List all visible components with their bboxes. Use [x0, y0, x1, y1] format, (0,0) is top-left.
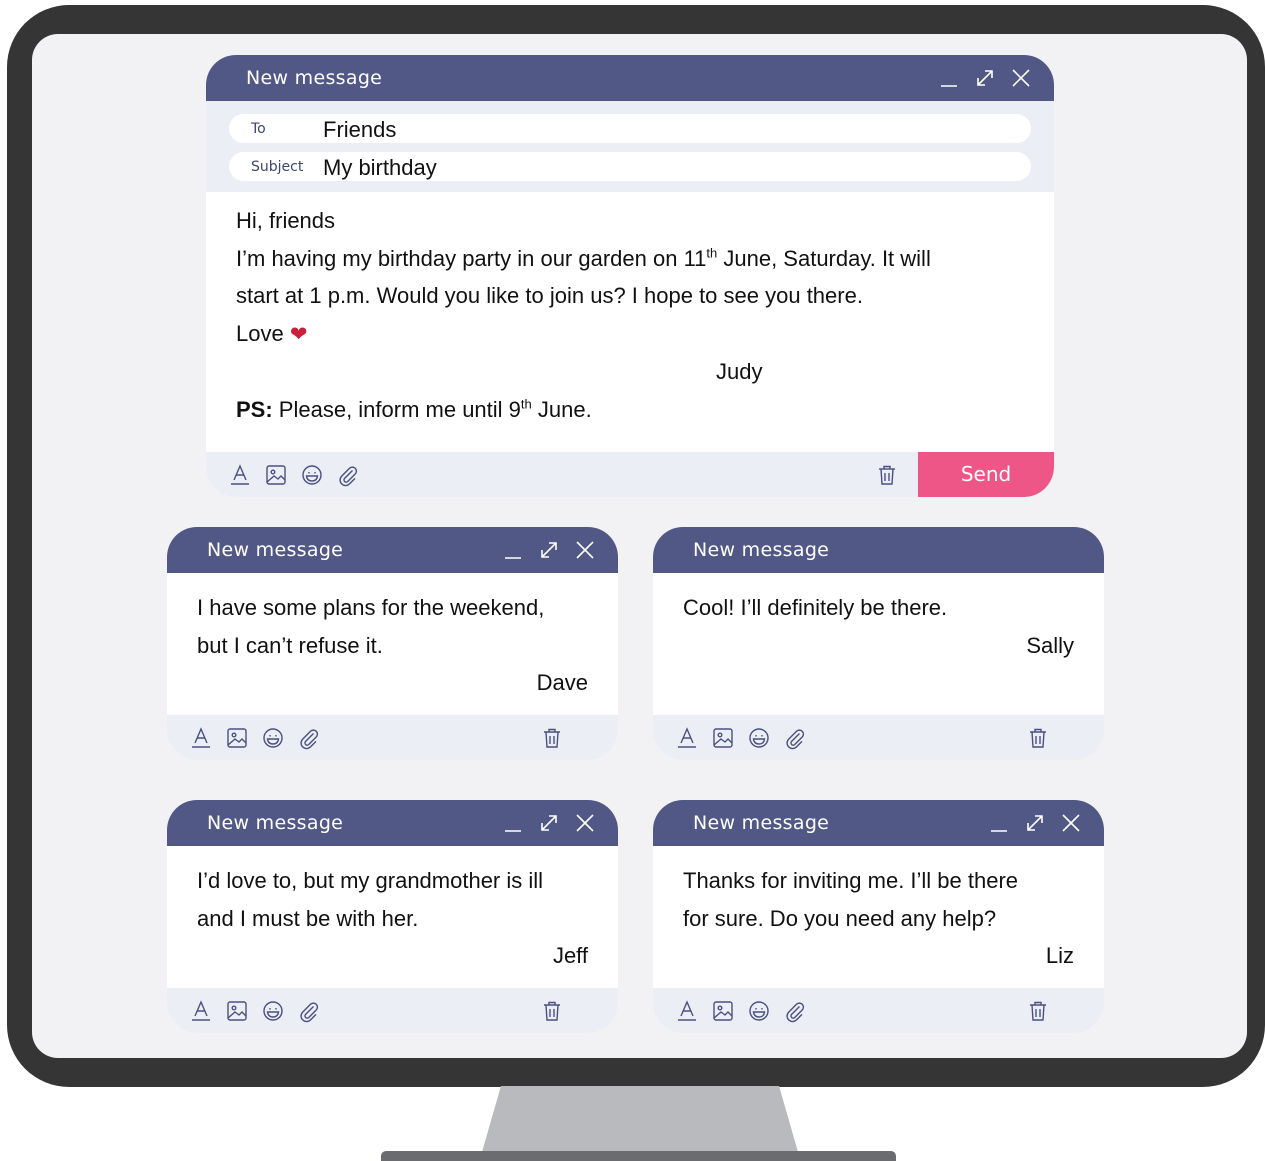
window-toolbar	[653, 988, 1104, 1033]
send-button[interactable]: Send	[918, 452, 1054, 497]
minimize-icon[interactable]	[938, 67, 960, 89]
attachment-icon[interactable]	[297, 999, 321, 1023]
trash-icon[interactable]	[540, 726, 564, 750]
window-header: New message	[206, 55, 1054, 101]
attachment-icon[interactable]	[297, 726, 321, 750]
reply-window-jeff: New message I’d love to, but my grandmot…	[167, 800, 618, 1033]
signature: Jeff	[552, 943, 588, 968]
monitor-stand	[482, 1086, 798, 1152]
window-title: New message	[693, 812, 830, 834]
text-format-icon[interactable]	[675, 999, 699, 1023]
image-icon[interactable]	[711, 726, 735, 750]
body-line: but I can’t refuse it.	[197, 632, 383, 658]
message-body[interactable]: Thanks for inviting me. I’ll be there fo…	[653, 846, 1104, 972]
signature: Judy	[716, 359, 763, 384]
window-header: New message	[167, 800, 618, 846]
body-line: I have some plans for the weekend,	[197, 595, 545, 620]
emoji-icon[interactable]	[261, 726, 285, 750]
signature: Liz	[1045, 943, 1074, 968]
body-line: I’m having my birthday party in our gard…	[236, 245, 931, 271]
window-toolbar	[167, 988, 618, 1033]
window-header: New message	[653, 527, 1104, 573]
close-icon[interactable]	[574, 539, 596, 561]
window-controls	[502, 812, 596, 834]
message-body[interactable]: Hi, friends I’m having my birthday party…	[206, 192, 1054, 428]
emoji-icon[interactable]	[747, 999, 771, 1023]
close-icon[interactable]	[574, 812, 596, 834]
format-tools	[189, 726, 321, 750]
window-toolbar	[167, 715, 618, 760]
message-body[interactable]: I’d love to, but my grandmother is ill a…	[167, 846, 618, 972]
window-controls	[502, 539, 596, 561]
message-body[interactable]: I have some plans for the weekend, but I…	[167, 573, 618, 699]
image-icon[interactable]	[225, 999, 249, 1023]
format-tools	[189, 999, 321, 1023]
ps-line: PS: Please, inform me until 9th June.	[236, 396, 592, 422]
text-format-icon[interactable]	[228, 463, 252, 487]
image-icon[interactable]	[225, 726, 249, 750]
body-line: for sure. Do you need any help?	[683, 905, 997, 931]
address-fields: To Friends Subject My birthday	[206, 101, 1054, 192]
minimize-icon[interactable]	[988, 812, 1010, 834]
monitor-base	[381, 1151, 896, 1161]
body-line: I’d love to, but my grandmother is ill	[197, 868, 544, 893]
trash-icon[interactable]	[875, 463, 899, 487]
body-line: Cool! I’ll definitely be there.	[683, 595, 948, 620]
signature: Sally	[1026, 632, 1074, 658]
compose-window: New message To Friends Subject My birthd…	[206, 55, 1054, 497]
subject-label: Subject	[251, 159, 304, 175]
greeting: Hi, friends	[236, 208, 336, 233]
window-title: New message	[207, 539, 344, 561]
reply-window-sally: New message Cool! I’ll definitely be the…	[653, 527, 1104, 760]
signature: Dave	[536, 670, 588, 695]
text-format-icon[interactable]	[189, 999, 213, 1023]
window-header: New message	[167, 527, 618, 573]
format-tools	[228, 463, 360, 487]
expand-icon[interactable]	[538, 812, 560, 834]
emoji-icon[interactable]	[261, 999, 285, 1023]
closing-line: Love ❤	[236, 320, 308, 346]
image-icon[interactable]	[264, 463, 288, 487]
window-controls	[988, 812, 1082, 834]
subject-value[interactable]: My birthday	[323, 155, 437, 181]
window-controls	[938, 67, 1032, 89]
minimize-icon[interactable]	[502, 539, 524, 561]
window-toolbar	[653, 715, 1104, 760]
window-title: New message	[693, 539, 830, 561]
text-format-icon[interactable]	[189, 726, 213, 750]
reply-window-dave: New message I have some plans for the we…	[167, 527, 618, 760]
attachment-icon[interactable]	[783, 999, 807, 1023]
body-line: Thanks for inviting me. I’ll be there	[683, 868, 1019, 893]
window-header: New message	[653, 800, 1104, 846]
attachment-icon[interactable]	[783, 726, 807, 750]
emoji-icon[interactable]	[747, 726, 771, 750]
trash-icon[interactable]	[1026, 999, 1050, 1023]
expand-icon[interactable]	[974, 67, 996, 89]
attachment-icon[interactable]	[336, 463, 360, 487]
minimize-icon[interactable]	[502, 812, 524, 834]
format-tools	[675, 726, 807, 750]
close-icon[interactable]	[1010, 67, 1032, 89]
trash-icon[interactable]	[540, 999, 564, 1023]
to-field[interactable]: To Friends	[229, 114, 1031, 143]
window-toolbar: Send	[206, 452, 1054, 497]
body-line: start at 1 p.m. Would you like to join u…	[236, 283, 863, 308]
emoji-icon[interactable]	[300, 463, 324, 487]
window-title: New message	[246, 67, 383, 89]
format-tools	[675, 999, 807, 1023]
expand-icon[interactable]	[538, 539, 560, 561]
body-line: and I must be with her.	[197, 905, 419, 931]
reply-window-liz: New message Thanks for inviting me. I’ll…	[653, 800, 1104, 1033]
window-title: New message	[207, 812, 344, 834]
text-format-icon[interactable]	[675, 726, 699, 750]
heart-icon: ❤	[289, 322, 308, 346]
to-label: To	[251, 121, 266, 137]
to-value[interactable]: Friends	[323, 117, 396, 143]
image-icon[interactable]	[711, 999, 735, 1023]
expand-icon[interactable]	[1024, 812, 1046, 834]
message-body[interactable]: Cool! I’ll definitely be there. Sally	[653, 573, 1104, 699]
trash-icon[interactable]	[1026, 726, 1050, 750]
subject-field[interactable]: Subject My birthday	[229, 152, 1031, 181]
close-icon[interactable]	[1060, 812, 1082, 834]
